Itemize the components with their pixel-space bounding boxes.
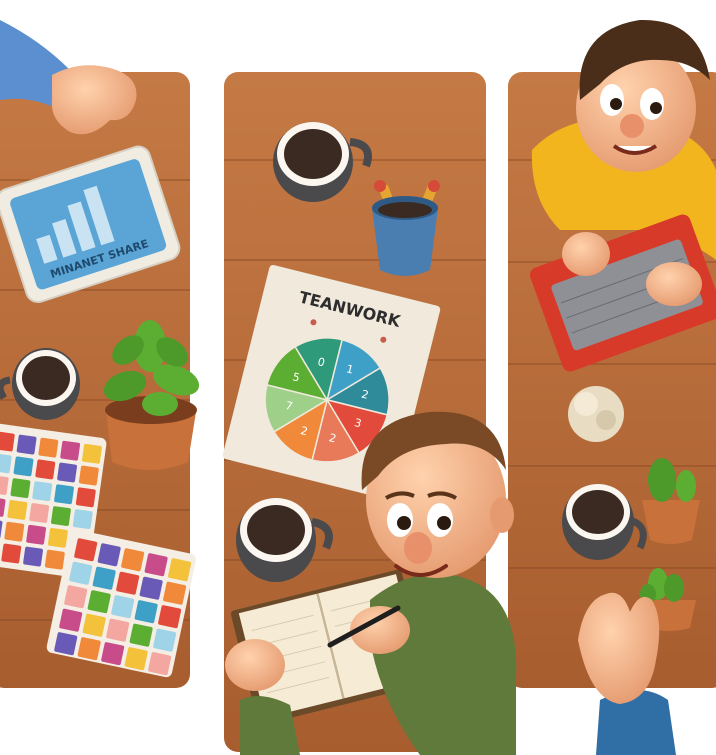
color-swatch xyxy=(144,553,168,577)
color-swatch xyxy=(134,600,158,624)
color-swatch xyxy=(129,623,153,647)
color-swatch xyxy=(158,605,182,629)
color-swatch xyxy=(74,538,98,562)
color-swatch xyxy=(78,465,99,486)
color-swatch xyxy=(77,637,101,661)
color-swatch xyxy=(64,585,88,609)
color-swatch xyxy=(97,543,121,567)
color-swatch xyxy=(35,459,56,480)
color-swatch xyxy=(82,613,106,637)
color-swatch xyxy=(153,628,177,652)
color-swatch xyxy=(0,431,15,452)
color-swatch xyxy=(13,456,34,477)
color-swatch xyxy=(87,590,111,614)
color-swatch xyxy=(44,549,65,570)
color-swatch xyxy=(168,558,192,582)
color-swatch xyxy=(106,618,130,642)
color-swatch xyxy=(47,527,68,548)
color-swatch xyxy=(51,506,71,526)
color-swatch xyxy=(10,478,31,499)
color-swatch xyxy=(60,440,81,461)
color-swatch xyxy=(116,571,140,595)
color-swatch xyxy=(72,509,93,530)
color-swatch xyxy=(38,437,59,458)
color-swatch xyxy=(29,503,50,523)
color-swatch xyxy=(82,443,102,464)
color-swatch xyxy=(54,484,74,505)
color-swatch xyxy=(59,608,83,632)
color-swatch xyxy=(92,566,116,590)
color-swatch xyxy=(139,576,163,600)
color-card-2 xyxy=(46,529,196,678)
color-swatch xyxy=(54,632,78,656)
color-swatch xyxy=(124,647,148,671)
color-swatch xyxy=(148,652,172,676)
color-swatch xyxy=(7,500,28,520)
color-swatch xyxy=(1,543,22,564)
color-swatch xyxy=(101,642,125,666)
color-swatch xyxy=(75,487,96,508)
color-swatch xyxy=(26,524,47,545)
color-swatch xyxy=(163,581,187,605)
illustration-scene: MINANET SHARE TEANWORK 12322750 xyxy=(0,19,716,755)
color-swatch xyxy=(4,521,25,542)
color-swatch xyxy=(57,462,77,483)
color-swatch xyxy=(23,546,43,567)
color-swatch xyxy=(111,595,135,619)
color-swatch xyxy=(32,481,53,502)
color-swatch xyxy=(69,561,93,585)
crumpled-paper xyxy=(568,386,624,442)
color-swatch xyxy=(121,548,145,572)
color-swatch xyxy=(16,434,37,455)
